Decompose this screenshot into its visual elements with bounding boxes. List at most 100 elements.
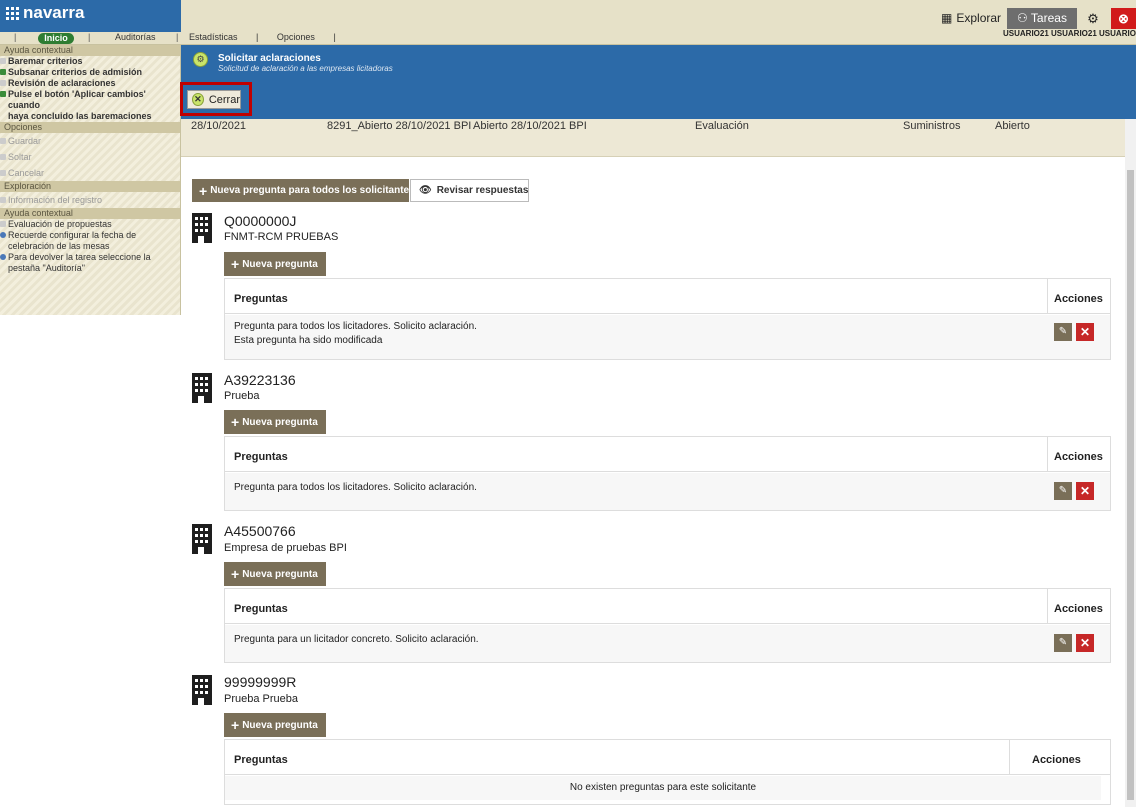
settings-gear-icon[interactable]: ⚙ <box>1079 8 1107 29</box>
plus-icon: + <box>231 717 240 733</box>
sidebar-item-revision[interactable]: Revisión de aclaraciones <box>0 78 180 89</box>
tareas-button[interactable]: ⚇ Tareas <box>1007 8 1077 29</box>
applicant-name: Prueba Prueba <box>224 693 298 705</box>
delete-x-icon[interactable]: ✕ <box>1076 323 1094 341</box>
building-icon <box>192 373 212 403</box>
brand-bar: navarra <box>0 0 181 32</box>
empty-message: No existen preguntas para este solicitan… <box>569 782 757 793</box>
close-button[interactable]: ✕ Cerrar <box>187 90 241 109</box>
delete-x-icon[interactable]: ✕ <box>1076 482 1094 500</box>
explorar-button[interactable]: ▦ Explorar <box>933 8 1009 29</box>
checkbox-icon <box>0 58 6 64</box>
modal-header: ⚙ Solicitar aclaraciones Solicitud de ac… <box>180 45 1136 119</box>
applicant-id: A39223136 <box>224 372 296 388</box>
new-question-button[interactable]: + Nueva pregunta <box>224 562 326 586</box>
modal-subtitle: Solicitud de aclaración a las empresas l… <box>218 64 393 73</box>
menu-separator: | <box>256 32 259 42</box>
sidebar-item-informacion[interactable]: Información del registro <box>0 192 180 208</box>
sidebar-item-guardar[interactable]: Guardar <box>0 133 180 149</box>
sidebar-section-ayuda-2: Ayuda contextual <box>0 208 180 219</box>
building-icon <box>192 213 212 243</box>
record-procedure: Abierto <box>995 120 1030 132</box>
nav-auditorias[interactable]: Auditorías <box>115 32 156 42</box>
main-nav: | Inicio | Auditorías | <box>0 32 181 45</box>
save-icon <box>0 138 6 144</box>
questions-table: Preguntas Acciones Pregunta para todos l… <box>224 278 1111 360</box>
info-doc-icon <box>0 197 6 203</box>
sidebar-item-soltar[interactable]: Soltar <box>0 149 180 165</box>
sidebar-item-baremar[interactable]: Baremar criterios <box>0 56 180 67</box>
info-icon <box>0 254 6 260</box>
new-question-button[interactable]: + Nueva pregunta <box>224 252 326 276</box>
close-icon: ✕ <box>192 93 204 106</box>
app-grid-icon <box>6 6 19 20</box>
column-divider <box>1047 279 1048 314</box>
plus-icon: + <box>231 414 240 430</box>
check-icon <box>0 91 6 97</box>
new-question-button[interactable]: + Nueva pregunta <box>224 410 326 434</box>
clarifications-content: + Nueva pregunta para todos los solicita… <box>181 157 1125 807</box>
close-label: Cerrar <box>208 93 240 106</box>
new-question-all-button[interactable]: + Nueva pregunta para todos los solicita… <box>192 179 415 202</box>
edit-pencil-icon[interactable]: ✎ <box>1054 634 1072 652</box>
questions-header: Preguntas <box>234 293 288 305</box>
sidebar-item-evaluacion[interactable]: Evaluación de propuestas <box>0 219 180 230</box>
question-note: Esta pregunta ha sido modificada <box>234 335 383 346</box>
brand-name: navarra <box>23 3 85 22</box>
new-question-button[interactable]: + Nueva pregunta <box>224 713 326 737</box>
logout-close-icon[interactable]: ⊗ <box>1111 8 1136 29</box>
column-divider <box>1047 589 1048 624</box>
nav-separator: | <box>176 32 179 42</box>
record-info-row: 28/10/2021 8291_Abierto 28/10/2021 BPI A… <box>181 119 1125 157</box>
record-name: Abierto 28/10/2021 BPI <box>473 120 587 132</box>
plus-icon: + <box>231 566 240 582</box>
actions-header: Acciones <box>1054 603 1103 615</box>
question-text: Pregunta para todos los licitadores. Sol… <box>234 482 477 493</box>
nav-separator: | <box>14 32 17 42</box>
delete-x-icon[interactable]: ✕ <box>1076 634 1094 652</box>
plus-icon: + <box>199 182 208 199</box>
record-phase: Evaluación <box>695 120 749 132</box>
record-type: Suministros <box>903 120 961 132</box>
question-text: Pregunta para un licitador concreto. Sol… <box>234 634 479 645</box>
gear-icon: ⚙ <box>193 52 208 67</box>
info-icon <box>0 232 6 238</box>
nav-inicio[interactable]: Inicio <box>38 33 74 44</box>
sidebar-section-opciones: Opciones <box>0 122 180 133</box>
sidebar-item-aplicar[interactable]: Pulse el botón 'Aplicar cambios' cuando <box>0 89 180 111</box>
cerrar-highlight: ✕ Cerrar <box>180 82 252 116</box>
sidebar-section-ayuda: Ayuda contextual <box>0 45 180 56</box>
actions-header: Acciones <box>1054 293 1103 305</box>
questions-table: Preguntas Acciones No existen preguntas … <box>224 739 1111 805</box>
sidebar: Ayuda contextual Baremar criterios Subsa… <box>0 45 181 315</box>
column-divider <box>1047 437 1048 472</box>
check-icon <box>0 69 6 75</box>
sidebar-item-cancelar[interactable]: Cancelar <box>0 165 180 181</box>
plus-icon: + <box>231 256 240 272</box>
questions-header: Preguntas <box>234 451 288 463</box>
menu-opciones[interactable]: Opciones <box>277 32 315 42</box>
user-name: USUARIO21 USUARIO21 USUARIO21 <box>1003 29 1136 38</box>
actions-header: Acciones <box>1054 451 1103 463</box>
sidebar-item-subsanar[interactable]: Subsanar criterios de admisión <box>0 67 180 78</box>
menu-separator: | <box>333 32 336 42</box>
release-icon <box>0 154 6 160</box>
column-divider <box>1009 740 1010 775</box>
edit-pencil-icon[interactable]: ✎ <box>1054 482 1072 500</box>
eye-icon: 👁 <box>419 185 432 196</box>
modal-title: Solicitar aclaraciones <box>218 53 321 64</box>
questions-header: Preguntas <box>234 603 288 615</box>
questions-header: Preguntas <box>234 754 288 766</box>
scrollbar-thumb[interactable] <box>1127 170 1134 800</box>
menu-estadisticas[interactable]: Estadísticas <box>189 32 238 42</box>
actions-header: Acciones <box>1032 754 1081 766</box>
review-answers-button[interactable]: 👁 Revisar respuestas <box>410 179 529 202</box>
navarra-logo[interactable]: navarra <box>6 3 84 23</box>
record-code: 8291_Abierto 28/10/2021 BPI <box>327 120 472 132</box>
explorar-label: Explorar <box>956 11 1002 25</box>
applicant-name: Empresa de pruebas BPI <box>224 542 347 554</box>
question-text: Pregunta para todos los licitadores. Sol… <box>234 321 477 332</box>
edit-pencil-icon[interactable]: ✎ <box>1054 323 1072 341</box>
record-date: 28/10/2021 <box>191 120 247 132</box>
tareas-label: Tareas <box>1030 11 1067 25</box>
